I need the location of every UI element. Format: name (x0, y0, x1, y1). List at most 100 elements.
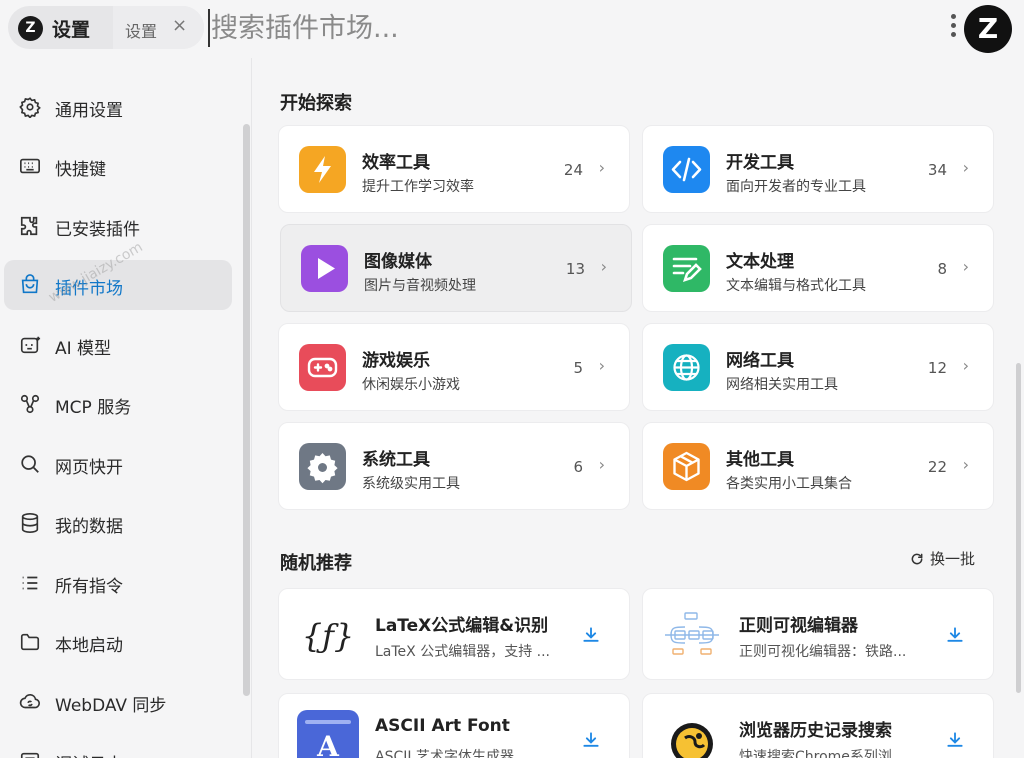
category-count: 12 (927, 359, 947, 377)
puzzle-icon (20, 216, 38, 236)
chevron-right-icon: › (600, 257, 607, 276)
category-count: 8 (937, 260, 947, 278)
sidebar-item-label: 本地启动 (55, 636, 123, 656)
sidebar-item-general[interactable]: 通用设置 (4, 82, 232, 132)
sidebar-item-label: 已安装插件 (55, 220, 140, 240)
download-icon[interactable] (581, 730, 601, 750)
play-icon (301, 245, 348, 292)
ztools-logo-icon: Z (18, 16, 43, 41)
mcp-icon (20, 394, 40, 414)
category-name: 图像媒体 (364, 252, 432, 272)
cog-icon (299, 443, 346, 490)
ai-robot-icon (20, 336, 41, 354)
search-input[interactable] (211, 8, 911, 48)
category-count: 5 (573, 359, 583, 377)
svg-text:{ƒ}: {ƒ} (302, 617, 355, 655)
sidebar-scrollbar[interactable] (243, 124, 250, 696)
sidebar-item-label: AI 模型 (55, 339, 112, 359)
category-desc: 面向开发者的专业工具 (726, 179, 866, 195)
ascii-font-icon: A (297, 710, 359, 758)
folder-icon (20, 633, 40, 651)
category-name: 网络工具 (726, 351, 794, 371)
log-icon (20, 752, 40, 758)
search-icon (21, 455, 39, 473)
formula-icon: {ƒ} (297, 605, 359, 667)
download-icon[interactable] (581, 625, 601, 645)
refresh-button[interactable]: 换一批 (910, 548, 975, 569)
main-scrollbar[interactable] (1016, 363, 1021, 693)
category-desc: 网络相关实用工具 (726, 377, 838, 393)
recommend-card-ascii[interactable]: A ASCII Art Font ASCII 艺术字体生成器 (278, 693, 630, 758)
gamepad-icon (299, 344, 346, 391)
recommend-card-history[interactable]: 浏览器历史记录搜索 快速搜索Chrome系列浏 (642, 693, 994, 758)
sidebar-item-my-data[interactable]: 我的数据 (4, 498, 232, 548)
close-icon[interactable]: × (172, 15, 187, 36)
category-name: 效率工具 (362, 153, 430, 173)
download-icon[interactable] (945, 730, 965, 750)
globe-icon (663, 344, 710, 391)
recommend-section-title: 随机推荐 (280, 553, 352, 574)
category-card-system[interactable]: 系统工具 系统级实用工具 6 › (278, 422, 630, 510)
download-icon[interactable] (945, 625, 965, 645)
category-name: 游戏娱乐 (362, 351, 430, 371)
category-name: 系统工具 (362, 450, 430, 470)
sidebar-item-label: 所有指令 (55, 577, 123, 597)
recommend-desc: LaTeX 公式编辑器，支持 ... (375, 644, 551, 660)
category-card-games[interactable]: 游戏娱乐 休闲娱乐小游戏 5 › (278, 323, 630, 411)
svg-text:A: A (316, 730, 340, 758)
settings-subtab-label: 设置 (125, 22, 158, 41)
sidebar-item-installed[interactable]: 已安装插件 (4, 201, 232, 251)
sidebar-item-web-quick[interactable]: 网页快开 (4, 439, 232, 489)
category-card-dev[interactable]: 开发工具 面向开发者的专业工具 34 › (642, 125, 994, 213)
category-card-network[interactable]: 网络工具 网络相关实用工具 12 › (642, 323, 994, 411)
sidebar-item-mcp[interactable]: MCP 服务 (4, 379, 232, 429)
recommend-card-latex[interactable]: {ƒ} LaTeX公式编辑&识别 LaTeX 公式编辑器，支持 ... (278, 588, 630, 680)
category-card-other[interactable]: 其他工具 各类实用小工具集合 22 › (642, 422, 994, 510)
sidebar-item-local-launch[interactable]: 本地启动 (4, 617, 232, 667)
app-logo-icon[interactable]: Z (964, 5, 1012, 53)
box-icon (663, 443, 710, 490)
recommend-name: 浏览器历史记录搜索 (739, 721, 892, 741)
regex-diagram-icon (661, 605, 723, 667)
recommend-desc: 快速搜索Chrome系列浏 (739, 749, 892, 758)
category-name: 其他工具 (726, 450, 794, 470)
recommend-desc: ASCII 艺术字体生成器 (375, 749, 514, 758)
more-menu-icon[interactable] (948, 14, 958, 42)
category-desc: 系统级实用工具 (362, 476, 460, 492)
chevron-right-icon: › (962, 257, 969, 276)
list-icon (22, 576, 38, 590)
refresh-icon (911, 553, 923, 565)
category-card-media[interactable]: 图像媒体 图片与音视频处理 13 › (280, 224, 632, 312)
text-caret (208, 9, 210, 47)
cloud-sync-icon (19, 693, 40, 709)
keyboard-icon (20, 158, 40, 174)
category-desc: 提升工作学习效率 (362, 179, 474, 195)
recommend-card-regex[interactable]: 正则可视编辑器 正则可视化编辑器：铁路... (642, 588, 994, 680)
recommend-desc: 正则可视化编辑器：铁路... (739, 644, 907, 660)
sidebar-item-ai-model[interactable]: AI 模型 (4, 320, 232, 370)
sidebar: 通用设置 快捷键 已安装插件 插件市场 AI 模型 MCP 服务 网页快开 我的… (0, 58, 250, 758)
planet-icon (661, 710, 723, 758)
category-desc: 休闲娱乐小游戏 (362, 377, 460, 393)
shopping-bag-icon (21, 274, 39, 294)
sidebar-item-all-commands[interactable]: 所有指令 (4, 558, 232, 608)
chevron-right-icon: › (962, 455, 969, 474)
category-desc: 文本编辑与格式化工具 (726, 278, 866, 294)
chevron-right-icon: › (598, 158, 605, 177)
sidebar-item-label: 我的数据 (55, 517, 123, 537)
gear-icon (19, 97, 41, 118)
sidebar-item-label: 调试日志 (55, 750, 123, 758)
chevron-right-icon: › (598, 455, 605, 474)
category-card-text[interactable]: 文本处理 文本编辑与格式化工具 8 › (642, 224, 994, 312)
code-icon (663, 146, 710, 193)
settings-tab-title: 设置 (52, 19, 91, 41)
chevron-right-icon: › (598, 356, 605, 375)
sidebar-item-webdav[interactable]: WebDAV 同步 (4, 677, 232, 727)
category-card-efficiency[interactable]: 效率工具 提升工作学习效率 24 › (278, 125, 630, 213)
category-count: 22 (927, 458, 947, 476)
recommend-name: 正则可视编辑器 (739, 616, 858, 636)
sidebar-item-debug-log[interactable]: 调试日志 (4, 736, 232, 758)
sidebar-item-label: 网页快开 (55, 458, 123, 478)
explore-section-title: 开始探索 (280, 93, 352, 114)
sidebar-item-shortcuts[interactable]: 快捷键 (4, 141, 232, 191)
